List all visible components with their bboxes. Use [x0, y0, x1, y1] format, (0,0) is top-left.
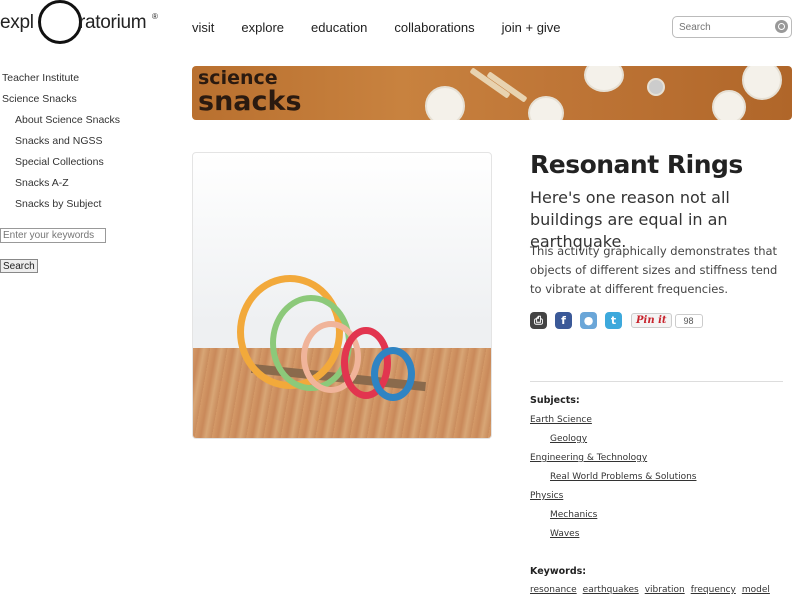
keyword-link[interactable]: resonance — [530, 585, 577, 595]
banner-yarn-image — [742, 66, 782, 100]
keywords-list: resonance earthquakes vibration frequenc… — [530, 585, 790, 595]
sidebar-item-science-snacks[interactable]: Science Snacks — [0, 91, 170, 112]
page-description: This activity graphically demonstrates t… — [530, 244, 778, 296]
facebook-icon[interactable]: f — [555, 312, 572, 329]
keyword-link[interactable]: vibration — [645, 585, 685, 595]
logo-text-right: ratorium — [79, 12, 147, 33]
nav-visit[interactable]: visit — [192, 20, 214, 35]
logo-text-left: expl — [0, 12, 34, 33]
sidebar-item-snacks-by-subject[interactable]: Snacks by Subject — [0, 196, 170, 217]
banner-bowl-image — [712, 90, 746, 120]
twitter-icon[interactable]: t — [605, 312, 622, 329]
subject-tag[interactable]: Waves — [530, 528, 790, 547]
nav-join-give[interactable]: join + give — [502, 20, 561, 35]
sidebar-item-teacher-institute[interactable]: Teacher Institute — [0, 70, 170, 91]
site-search-input[interactable] — [673, 18, 769, 37]
google-plus-icon[interactable]: ● — [580, 312, 597, 329]
keyword-link[interactable]: frequency — [691, 585, 736, 595]
resonant-rings-photo — [192, 152, 492, 439]
ring-smallest — [371, 347, 415, 401]
nav-explore[interactable]: explore — [241, 20, 284, 35]
sidebar-item-snacks-and-ngss[interactable]: Snacks and NGSS — [0, 133, 170, 154]
banner-washer-image — [647, 78, 665, 96]
subject-tag[interactable]: Earth Science — [530, 414, 790, 433]
sidebar-nav: Teacher Institute Science Snacks About S… — [0, 70, 170, 217]
divider — [530, 381, 783, 382]
sidebar-item-special-collections[interactable]: Special Collections — [0, 154, 170, 175]
keyword-link[interactable]: model — [742, 585, 770, 595]
banner-bowl-image — [584, 66, 624, 92]
logo-trademark: ® — [152, 12, 158, 21]
banner-title: science snacks — [198, 66, 302, 117]
page-title: Resonant Rings — [530, 150, 743, 179]
keyword-search-button[interactable]: Search — [0, 259, 38, 273]
exploratorium-logo[interactable]: expl ratorium ® — [0, 0, 160, 46]
pinterest-button[interactable]: Pin it 98 — [631, 313, 703, 328]
nav-collaborations[interactable]: collaborations — [394, 20, 474, 35]
nav-education[interactable]: education — [311, 20, 367, 35]
banner-bowl-image — [425, 86, 465, 120]
subject-tag[interactable]: Mechanics — [530, 509, 790, 528]
subjects-section: Subjects: Earth Science Geology Engineer… — [530, 395, 790, 595]
logo-ring — [38, 0, 82, 44]
banner-title-line2: snacks — [198, 86, 302, 117]
sidebar-item-about-science-snacks[interactable]: About Science Snacks — [0, 112, 170, 133]
keywords-heading: Keywords: — [530, 566, 587, 577]
science-snacks-banner: science snacks — [192, 66, 792, 120]
print-icon[interactable]: ⎙ — [530, 312, 547, 329]
share-bar: ⎙ f ● t Pin it 98 — [530, 312, 703, 329]
search-icon[interactable] — [775, 20, 788, 33]
site-search — [672, 16, 792, 38]
sidebar-item-snacks-a-z[interactable]: Snacks A-Z — [0, 175, 170, 196]
banner-bowl-image — [528, 96, 564, 120]
subject-tag[interactable]: Engineering & Technology — [530, 452, 790, 471]
pinterest-count: 98 — [674, 313, 703, 328]
subject-tag[interactable]: Geology — [530, 433, 790, 452]
keyword-link[interactable]: earthquakes — [583, 585, 639, 595]
subjects-heading: Subjects: — [530, 395, 580, 406]
pinterest-pin-label: Pin it — [631, 313, 672, 328]
main-nav: visit explore education collaborations j… — [192, 20, 588, 35]
subject-tag[interactable]: Physics — [530, 490, 790, 509]
subject-tag[interactable]: Real World Problems & Solutions — [530, 471, 790, 490]
keyword-search-input[interactable] — [0, 228, 106, 243]
